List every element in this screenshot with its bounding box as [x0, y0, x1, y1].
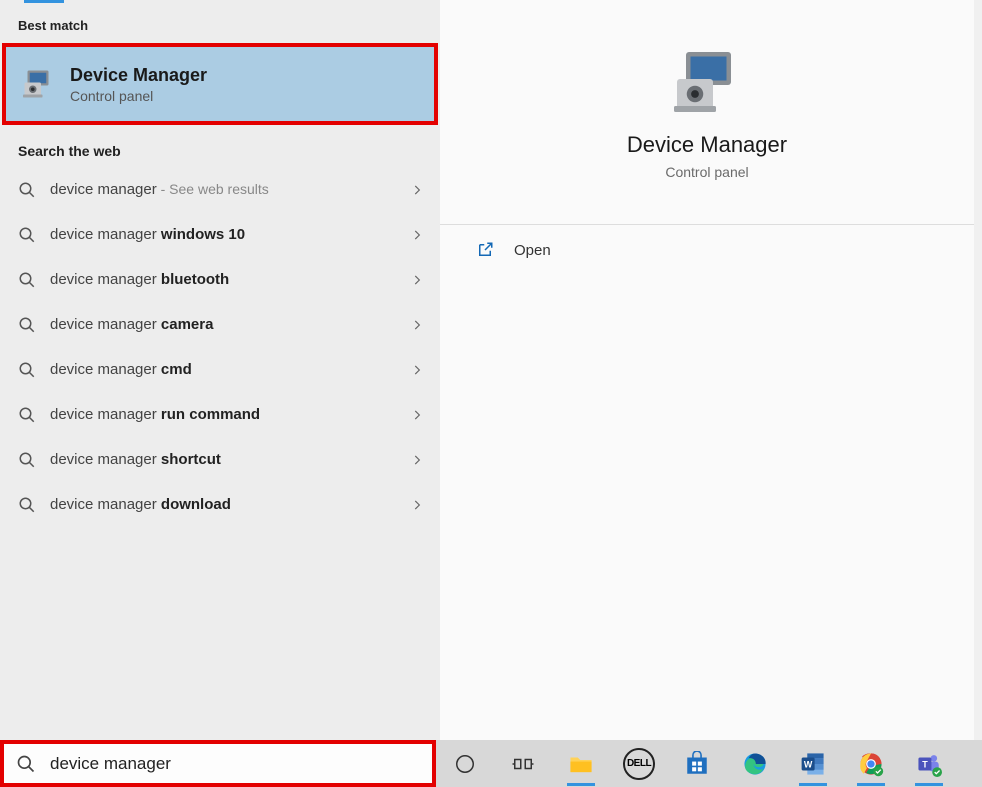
- best-match-header: Best match: [0, 4, 440, 43]
- web-result-text: device manager cmd: [50, 361, 410, 378]
- web-result-prefix: device manager: [50, 451, 161, 468]
- task-view-icon[interactable]: [506, 747, 540, 781]
- web-result-bold: camera: [161, 316, 214, 333]
- web-result-hint: - See web results: [157, 181, 269, 197]
- result-detail-panel: Device Manager Control panel Open: [440, 0, 974, 740]
- device-manager-icon: [20, 66, 56, 102]
- chevron-right-icon: [410, 273, 424, 287]
- teams-icon[interactable]: T: [912, 747, 946, 781]
- web-result-row[interactable]: device manager - See web results: [0, 167, 440, 212]
- web-result-text: device manager shortcut: [50, 451, 410, 468]
- best-match-result[interactable]: Device Manager Control panel: [2, 43, 438, 125]
- search-icon: [16, 754, 36, 774]
- chevron-right-icon: [410, 183, 424, 197]
- web-result-text: device manager windows 10: [50, 226, 410, 243]
- web-result-row[interactable]: device manager camera: [0, 302, 440, 347]
- web-result-text: device manager download: [50, 496, 410, 513]
- search-input[interactable]: [50, 754, 410, 774]
- best-match-subtitle: Control panel: [70, 88, 207, 104]
- web-result-row[interactable]: device manager shortcut: [0, 437, 440, 482]
- svg-text:T: T: [922, 759, 928, 769]
- search-web-header: Search the web: [0, 125, 440, 167]
- web-results-list: device manager - See web resultsdevice m…: [0, 167, 440, 527]
- file-explorer-icon[interactable]: [564, 747, 598, 781]
- web-result-bold: shortcut: [161, 451, 221, 468]
- dell-icon[interactable]: DELL: [622, 747, 656, 781]
- web-result-prefix: device manager: [50, 226, 161, 243]
- search-icon: [18, 271, 36, 289]
- chevron-right-icon: [410, 498, 424, 512]
- open-action[interactable]: Open: [440, 225, 974, 275]
- detail-title: Device Manager: [440, 132, 974, 158]
- chevron-right-icon: [410, 228, 424, 242]
- web-result-text: device manager run command: [50, 406, 410, 423]
- search-icon: [18, 451, 36, 469]
- device-manager-icon: [671, 46, 743, 118]
- detail-subtitle: Control panel: [440, 164, 974, 180]
- search-icon: [18, 226, 36, 244]
- web-result-prefix: device manager: [50, 496, 161, 513]
- web-result-bold: download: [161, 496, 231, 513]
- web-result-bold: cmd: [161, 361, 192, 378]
- web-result-prefix: device manager: [50, 406, 161, 423]
- chevron-right-icon: [410, 408, 424, 422]
- web-result-row[interactable]: device manager windows 10: [0, 212, 440, 257]
- web-result-bold: windows 10: [161, 226, 245, 243]
- detail-icon-container: [440, 0, 974, 118]
- web-result-row[interactable]: device manager cmd: [0, 347, 440, 392]
- edge-icon[interactable]: [738, 747, 772, 781]
- active-scope-indicator: [24, 0, 64, 3]
- search-results-panel: Best match Device Manager Control panel …: [0, 0, 440, 740]
- open-icon: [476, 241, 494, 259]
- chevron-right-icon: [410, 363, 424, 377]
- cortana-icon[interactable]: [448, 747, 482, 781]
- web-result-text: device manager - See web results: [50, 181, 410, 198]
- taskbar: DELL W: [436, 740, 982, 787]
- search-icon: [18, 496, 36, 514]
- open-label: Open: [514, 242, 551, 259]
- search-icon: [18, 181, 36, 199]
- web-result-prefix: device manager: [50, 181, 157, 198]
- dell-logo: DELL: [623, 748, 655, 780]
- search-icon: [18, 316, 36, 334]
- chrome-icon[interactable]: [854, 747, 888, 781]
- web-result-prefix: device manager: [50, 361, 161, 378]
- taskbar-search-box[interactable]: [0, 740, 436, 787]
- web-result-row[interactable]: device manager download: [0, 482, 440, 527]
- word-icon[interactable]: W: [796, 747, 830, 781]
- search-icon: [18, 361, 36, 379]
- svg-text:W: W: [804, 759, 813, 769]
- search-icon: [18, 406, 36, 424]
- store-icon[interactable]: [680, 747, 714, 781]
- web-result-prefix: device manager: [50, 316, 161, 333]
- best-match-title: Device Manager: [70, 65, 207, 86]
- best-match-text: Device Manager Control panel: [70, 65, 207, 104]
- web-result-prefix: device manager: [50, 271, 161, 288]
- web-result-row[interactable]: device manager bluetooth: [0, 257, 440, 302]
- web-result-bold: run command: [161, 406, 260, 423]
- web-result-text: device manager camera: [50, 316, 410, 333]
- web-result-bold: bluetooth: [161, 271, 229, 288]
- web-result-row[interactable]: device manager run command: [0, 392, 440, 437]
- web-result-text: device manager bluetooth: [50, 271, 410, 288]
- chevron-right-icon: [410, 453, 424, 467]
- chevron-right-icon: [410, 318, 424, 332]
